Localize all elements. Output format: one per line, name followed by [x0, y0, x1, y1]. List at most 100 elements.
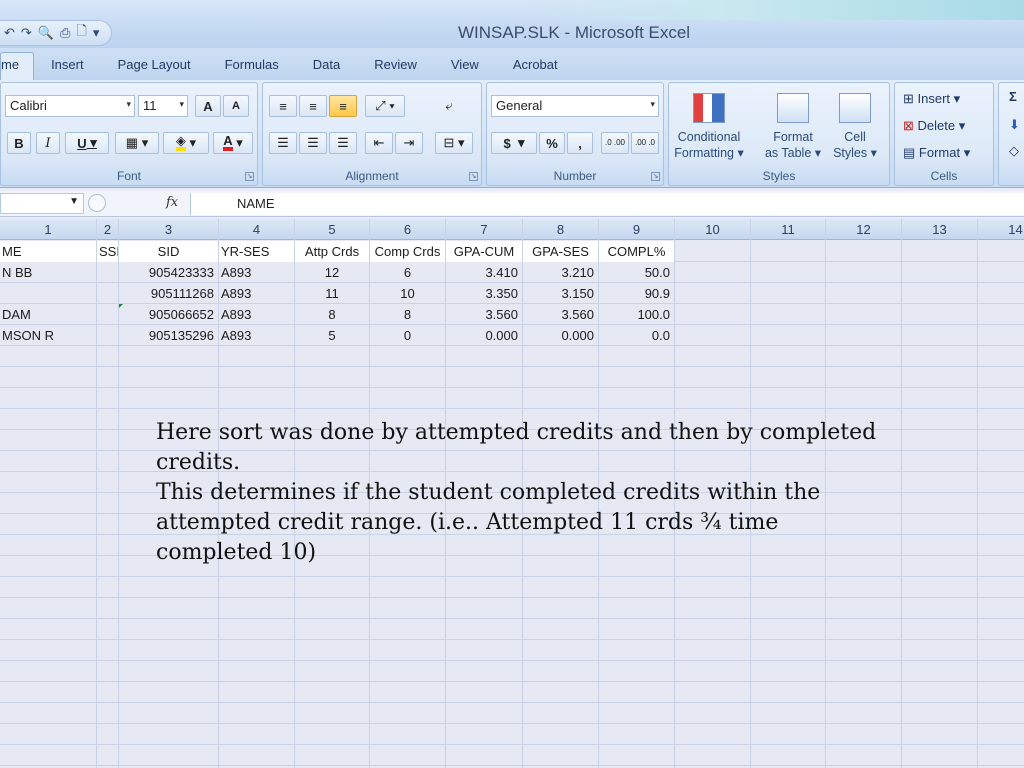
header-cell[interactable]: SID: [119, 241, 219, 262]
tab-home[interactable]: me: [0, 52, 35, 80]
cell[interactable]: A893: [219, 283, 295, 304]
cell[interactable]: 0: [370, 325, 446, 346]
cell[interactable]: 3.410: [446, 262, 523, 283]
tab-acrobat[interactable]: Acrobat: [496, 52, 575, 80]
orientation-button[interactable]: ⤢ ▾: [365, 95, 405, 117]
comma-button[interactable]: ,: [567, 132, 593, 154]
cell[interactable]: [97, 304, 119, 325]
column-header[interactable]: 12: [826, 219, 902, 240]
cell[interactable]: A893: [219, 262, 295, 283]
tab-view[interactable]: View: [434, 52, 496, 80]
cell[interactable]: 0.000: [523, 325, 599, 346]
borders-button[interactable]: ▦ ▾: [115, 132, 159, 154]
header-cell[interactable]: GPA-SES: [523, 241, 599, 262]
cell[interactable]: [97, 262, 119, 283]
cell[interactable]: 100.0: [599, 304, 675, 325]
cell[interactable]: A893: [219, 325, 295, 346]
column-header[interactable]: 9: [599, 219, 675, 240]
header-cell[interactable]: ME: [0, 241, 97, 262]
column-header[interactable]: 6: [370, 219, 446, 240]
cell[interactable]: 3.350: [446, 283, 523, 304]
customize-qat-icon[interactable]: ▾: [93, 25, 100, 41]
tab-insert[interactable]: Insert: [34, 52, 101, 80]
fill-color-button[interactable]: ◈ ▾: [163, 132, 209, 154]
format-cells-button[interactable]: ▤ Format ▾: [903, 145, 970, 161]
header-cell[interactable]: COMPL%: [599, 241, 675, 262]
formula-input[interactable]: NAME: [190, 193, 1024, 215]
tab-page-layout[interactable]: Page Layout: [101, 52, 208, 80]
cell[interactable]: DAM: [0, 304, 97, 325]
underline-button[interactable]: U ▾: [65, 132, 109, 154]
column-header[interactable]: 11: [751, 219, 826, 240]
cell[interactable]: 11: [295, 283, 370, 304]
cell[interactable]: 3.560: [523, 304, 599, 325]
column-header[interactable]: 3: [119, 219, 219, 240]
wrap-text-button[interactable]: ⤶: [435, 95, 463, 117]
percent-button[interactable]: %: [539, 132, 565, 154]
header-cell[interactable]: Attp Crds: [295, 241, 370, 262]
redo-icon[interactable]: ↷: [21, 25, 32, 41]
clear-icon[interactable]: ◇: [1009, 143, 1019, 159]
cell[interactable]: 905111268: [119, 283, 219, 304]
cell[interactable]: 8: [370, 304, 446, 325]
grow-font-button[interactable]: A: [195, 95, 221, 117]
cell[interactable]: 3.210: [523, 262, 599, 283]
cell[interactable]: MSON R: [0, 325, 97, 346]
cell[interactable]: 6: [370, 262, 446, 283]
tab-review[interactable]: Review: [357, 52, 434, 80]
chevron-down-icon[interactable]: ▼: [69, 196, 79, 207]
insert-cells-button[interactable]: ⊞ Insert ▾: [903, 91, 960, 107]
cell[interactable]: A893: [219, 304, 295, 325]
delete-cells-button[interactable]: ⊠ Delete ▾: [903, 118, 965, 134]
column-header[interactable]: 4: [219, 219, 295, 240]
bold-button[interactable]: B: [7, 132, 31, 154]
cell[interactable]: 12: [295, 262, 370, 283]
tab-formulas[interactable]: Formulas: [208, 52, 296, 80]
undo-icon[interactable]: ↶: [4, 25, 15, 41]
cell[interactable]: 90.9: [599, 283, 675, 304]
cell[interactable]: 0.0: [599, 325, 675, 346]
column-header[interactable]: 5: [295, 219, 370, 240]
column-header[interactable]: 1: [0, 219, 97, 240]
autosum-icon[interactable]: Σ: [1009, 89, 1017, 104]
header-cell[interactable]: YR-SES: [219, 241, 295, 262]
cell[interactable]: 0.000: [446, 325, 523, 346]
column-header[interactable]: 14: [978, 219, 1024, 240]
new-document-icon[interactable]: 🗋: [76, 22, 86, 44]
shrink-font-button[interactable]: A: [223, 95, 249, 117]
print-icon[interactable]: ⎙: [60, 25, 70, 41]
decrease-indent-button[interactable]: ⇤: [365, 132, 393, 154]
cell[interactable]: 905423333: [119, 262, 219, 283]
name-box[interactable]: ▼: [0, 193, 84, 214]
cell[interactable]: 905135296: [119, 325, 219, 346]
increase-indent-button[interactable]: ⇥: [395, 132, 423, 154]
merge-center-button[interactable]: ⊟ ▾: [435, 132, 473, 154]
decrease-decimal-button[interactable]: .00 .0: [631, 132, 659, 154]
cell[interactable]: 50.0: [599, 262, 675, 283]
cell[interactable]: [97, 325, 119, 346]
cell-styles-button[interactable]: Cell Styles ▾: [819, 89, 891, 161]
print-preview-icon[interactable]: 🔍: [38, 25, 54, 41]
italic-button[interactable]: I: [36, 132, 60, 154]
font-size-combo[interactable]: 11 ▾: [138, 95, 188, 117]
column-header[interactable]: 2: [97, 219, 119, 240]
column-header[interactable]: 7: [446, 219, 523, 240]
align-bottom-button[interactable]: ≡: [329, 95, 357, 117]
align-left-button[interactable]: ☰: [269, 132, 297, 154]
insert-function-icon[interactable]: fx: [166, 195, 178, 210]
increase-decimal-button[interactable]: .0 .00: [601, 132, 629, 154]
header-cell[interactable]: SSI: [97, 241, 119, 262]
formula-cancel-icon[interactable]: [88, 194, 106, 212]
fill-icon[interactable]: ⬇: [1009, 117, 1020, 133]
cell[interactable]: [0, 283, 97, 304]
cell[interactable]: N BB: [0, 262, 97, 283]
conditional-formatting-button[interactable]: Conditional Formatting ▾: [673, 89, 745, 161]
column-header[interactable]: 13: [902, 219, 978, 240]
cell[interactable]: [97, 283, 119, 304]
dialog-launcher-icon[interactable]: ↘: [651, 172, 660, 181]
align-top-button[interactable]: ≡: [269, 95, 297, 117]
cell[interactable]: 10: [370, 283, 446, 304]
font-name-combo[interactable]: Calibri ▾: [5, 95, 135, 117]
cell[interactable]: 905066652: [119, 304, 219, 325]
align-right-button[interactable]: ☰: [329, 132, 357, 154]
